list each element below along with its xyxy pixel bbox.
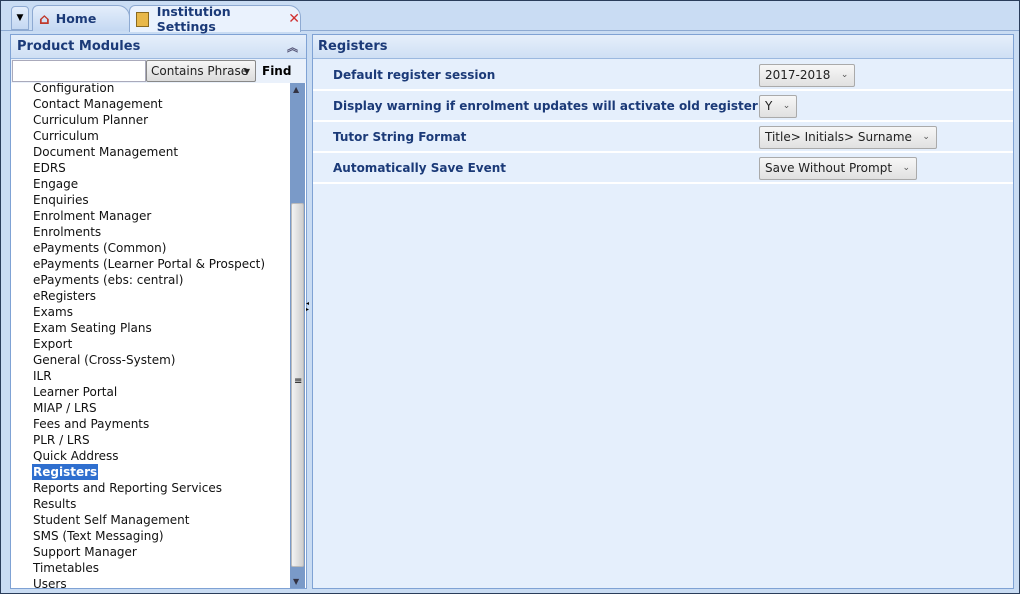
- grip-icon: ≡: [294, 376, 303, 387]
- scroll-up-icon[interactable]: ▲: [293, 85, 299, 94]
- setting-label: Tutor String Format: [333, 130, 467, 144]
- list-item[interactable]: ePayments (Learner Portal & Prospect): [32, 256, 266, 272]
- setting-label: Automatically Save Event: [333, 161, 507, 175]
- module-list: Configuration Contact Management Curriculu…: [11, 83, 290, 588]
- list-item[interactable]: Configuration: [32, 83, 115, 96]
- list-item[interactable]: Registers: [32, 464, 99, 480]
- list-item[interactable]: ePayments (Common): [32, 240, 167, 256]
- list-item[interactable]: Curriculum Planner: [32, 112, 149, 128]
- triangle-down-icon: ▼: [243, 66, 250, 76]
- chevron-down-icon: ⌄: [902, 163, 911, 173]
- setting-value: 2017-2018: [765, 68, 831, 82]
- tab-list-dropdown[interactable]: ▼: [11, 6, 29, 30]
- search-input[interactable]: [12, 60, 146, 82]
- setting-row: Tutor String Format Title> Initials> Sur…: [313, 122, 1013, 153]
- triangle-down-icon: ▼: [16, 13, 24, 23]
- tab-institution-settings[interactable]: Institution Settings ✕: [129, 4, 301, 34]
- splitter-handle[interactable]: ◂ ▸: [306, 301, 309, 313]
- search-mode-value: Contains Phrase: [151, 64, 249, 78]
- panel-title: Registers: [318, 39, 388, 54]
- list-item[interactable]: PLR / LRS: [32, 432, 91, 448]
- settings-document-icon: [136, 11, 149, 27]
- list-item[interactable]: Curriculum: [32, 128, 100, 144]
- panel-title: Product Modules: [17, 39, 141, 54]
- tab-home[interactable]: ⌂ Home: [32, 5, 130, 31]
- chevron-down-icon: ⌄: [840, 70, 849, 80]
- setting-row: Automatically Save Event Save Without Pr…: [313, 153, 1013, 184]
- list-item[interactable]: ILR: [32, 368, 53, 384]
- setting-select[interactable]: Y ⌄: [759, 95, 798, 118]
- setting-value: Title> Initials> Surname: [765, 130, 912, 144]
- setting-label: Default register session: [333, 68, 496, 82]
- list-item[interactable]: ePayments (ebs: central): [32, 272, 184, 288]
- scrollbar[interactable]: ▲ ≡ ▼: [290, 83, 305, 588]
- list-item[interactable]: MIAP / LRS: [32, 400, 98, 416]
- setting-value: Save Without Prompt: [765, 161, 893, 175]
- list-item[interactable]: Reports and Reporting Services: [32, 480, 223, 496]
- list-item[interactable]: Contact Management: [32, 96, 164, 112]
- list-item[interactable]: General (Cross-System): [32, 352, 176, 368]
- list-item[interactable]: EDRS: [32, 160, 67, 176]
- tab-label: Institution Settings: [156, 4, 231, 34]
- setting-select[interactable]: Save Without Prompt ⌄: [759, 157, 918, 180]
- scrollbar-thumb[interactable]: ≡: [291, 203, 304, 567]
- list-item[interactable]: Users: [32, 576, 68, 588]
- tab-bar: ▼ ⌂ Home Institution Settings ✕: [1, 1, 1019, 34]
- list-item[interactable]: Fees and Payments: [32, 416, 150, 432]
- list-item[interactable]: Exam Seating Plans: [32, 320, 153, 336]
- setting-select[interactable]: Title> Initials> Surname ⌄: [759, 126, 937, 149]
- setting-label: Display warning if enrolment updates wil…: [333, 99, 795, 113]
- tab-label: Home: [55, 11, 97, 26]
- product-modules-panel: Product Modules ︽ Contains Phrase ▼ Find …: [10, 34, 307, 589]
- setting-value: Y: [765, 99, 773, 113]
- setting-row: Display warning if enrolment updates wil…: [313, 91, 1013, 122]
- close-icon[interactable]: ✕: [288, 11, 300, 27]
- chevron-down-icon: ⌄: [782, 101, 791, 111]
- window: ▼ ⌂ Home Institution Settings ✕ Product …: [0, 0, 1020, 594]
- list-item[interactable]: Results: [32, 496, 77, 512]
- home-icon: ⌂: [39, 9, 50, 28]
- search-mode-select[interactable]: Contains Phrase ▼: [146, 60, 256, 82]
- setting-row: Default register session 2017-2018 ⌄: [313, 60, 1013, 91]
- list-item[interactable]: Student Self Management: [32, 512, 190, 528]
- chevron-down-icon: ⌄: [922, 132, 930, 142]
- list-item[interactable]: Engage: [32, 176, 79, 192]
- setting-select[interactable]: 2017-2018 ⌄: [759, 64, 856, 87]
- list-item[interactable]: Learner Portal: [32, 384, 118, 400]
- list-item[interactable]: SMS (Text Messaging): [32, 528, 165, 544]
- list-item[interactable]: Exams: [32, 304, 74, 320]
- list-item[interactable]: Quick Address: [32, 448, 120, 464]
- list-item[interactable]: Timetables: [32, 560, 100, 576]
- list-item[interactable]: Support Manager: [32, 544, 138, 560]
- list-item[interactable]: Export: [32, 336, 73, 352]
- list-item[interactable]: Enrolments: [32, 224, 102, 240]
- collapse-icon[interactable]: ︽: [287, 39, 298, 55]
- find-button[interactable]: Find: [256, 64, 291, 78]
- list-item[interactable]: eRegisters: [32, 288, 97, 304]
- list-item[interactable]: Document Management: [32, 144, 179, 160]
- registers-panel: Registers Default register session 2017-…: [312, 34, 1014, 589]
- list-item[interactable]: Enquiries: [32, 192, 90, 208]
- scroll-down-icon[interactable]: ▼: [293, 577, 299, 586]
- list-item[interactable]: Enrolment Manager: [32, 208, 152, 224]
